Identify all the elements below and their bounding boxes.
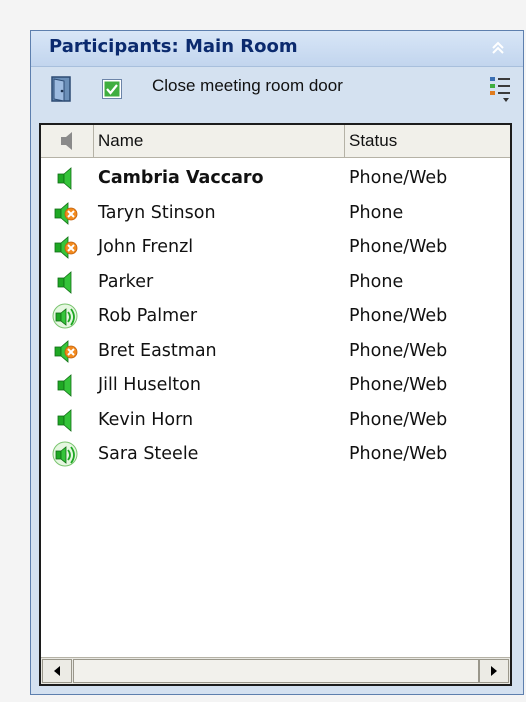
participant-name: Bret Eastman bbox=[98, 340, 217, 361]
participant-row[interactable]: Taryn Stinson Phone bbox=[41, 196, 510, 231]
participant-name: Rob Palmer bbox=[98, 306, 198, 326]
panel-titlebar: Participants: Main Room bbox=[31, 31, 523, 67]
participant-name: Cambria Vaccaro bbox=[98, 168, 264, 188]
participant-row[interactable]: Kevin Horn Phone/Web bbox=[41, 403, 510, 438]
participant-row[interactable]: Cambria Vaccaro Phone/Web bbox=[41, 161, 510, 196]
checkmark-icon bbox=[104, 81, 120, 97]
speaker-muted-icon[interactable] bbox=[51, 233, 79, 261]
panel-title: Participants: Main Room bbox=[49, 36, 298, 57]
arrow-left-icon bbox=[54, 666, 60, 676]
participant-name: Jill Huselton bbox=[98, 375, 201, 395]
panel-toolbar: Close meeting room door bbox=[31, 67, 523, 110]
speaker-muted-icon[interactable] bbox=[51, 199, 79, 227]
participant-name: Sara Steele bbox=[98, 444, 199, 464]
participant-row[interactable]: John Frenzl Phone/Web bbox=[41, 230, 510, 265]
speaker-talking-icon[interactable] bbox=[51, 440, 79, 468]
participant-row[interactable]: Bret Eastman Phone/Web bbox=[41, 334, 510, 369]
close-door-label[interactable]: Close meeting room door bbox=[152, 76, 343, 96]
participant-status: Phone/Web bbox=[349, 306, 448, 326]
participant-row[interactable]: Rob Palmer Phone/Web bbox=[41, 299, 510, 334]
scroll-right-button[interactable] bbox=[479, 659, 509, 683]
speaker-icon[interactable] bbox=[51, 268, 79, 296]
participant-rows: Cambria Vaccaro Phone/Web Taryn Stinson Pho… bbox=[41, 161, 510, 472]
column-header-name[interactable]: Name bbox=[94, 125, 345, 157]
participant-status: Phone/Web bbox=[349, 375, 448, 395]
door-icon[interactable] bbox=[50, 75, 74, 103]
arrow-right-icon bbox=[491, 666, 497, 676]
participant-name: John Frenzl bbox=[98, 237, 194, 257]
speaker-icon[interactable] bbox=[51, 406, 79, 434]
list-header: Name Status bbox=[41, 125, 510, 158]
column-header-status[interactable]: Status bbox=[345, 125, 510, 157]
column-header-audio[interactable] bbox=[41, 125, 94, 157]
participant-row[interactable]: Sara Steele Phone/Web bbox=[41, 437, 510, 472]
speaker-muted-icon[interactable] bbox=[51, 337, 79, 365]
participant-status: Phone/Web bbox=[349, 444, 448, 464]
scroll-left-button[interactable] bbox=[42, 659, 72, 683]
view-options-icon[interactable] bbox=[489, 74, 511, 104]
participant-status: Phone bbox=[349, 202, 404, 223]
collapse-panel-button[interactable] bbox=[487, 37, 509, 59]
participant-status: Phone/Web bbox=[349, 237, 448, 257]
participant-row[interactable]: Jill Huselton Phone/Web bbox=[41, 368, 510, 403]
participants-list[interactable]: Name Status Cambria Vaccaro Phone/Web Tary… bbox=[39, 123, 512, 686]
participant-status: Phone/Web bbox=[349, 409, 448, 430]
horizontal-scrollbar[interactable] bbox=[41, 657, 510, 684]
participant-status: Phone bbox=[349, 271, 404, 292]
participant-row[interactable]: Parker Phone bbox=[41, 265, 510, 300]
participant-status: Phone/Web bbox=[349, 340, 448, 361]
participants-panel: Participants: Main Room Close meeting ro… bbox=[30, 30, 524, 695]
speaker-icon[interactable] bbox=[51, 164, 79, 192]
participant-name: Kevin Horn bbox=[98, 409, 194, 430]
speaker-icon[interactable] bbox=[51, 371, 79, 399]
speaker-talking-icon[interactable] bbox=[51, 302, 79, 330]
participant-name: Parker bbox=[98, 271, 154, 292]
close-door-checkbox[interactable] bbox=[102, 79, 122, 99]
double-chevron-up-icon bbox=[492, 41, 504, 54]
participant-name: Taryn Stinson bbox=[98, 202, 216, 223]
scroll-thumb[interactable] bbox=[73, 659, 479, 683]
participant-status: Phone/Web bbox=[349, 168, 448, 188]
speaker-header-icon bbox=[61, 132, 72, 150]
